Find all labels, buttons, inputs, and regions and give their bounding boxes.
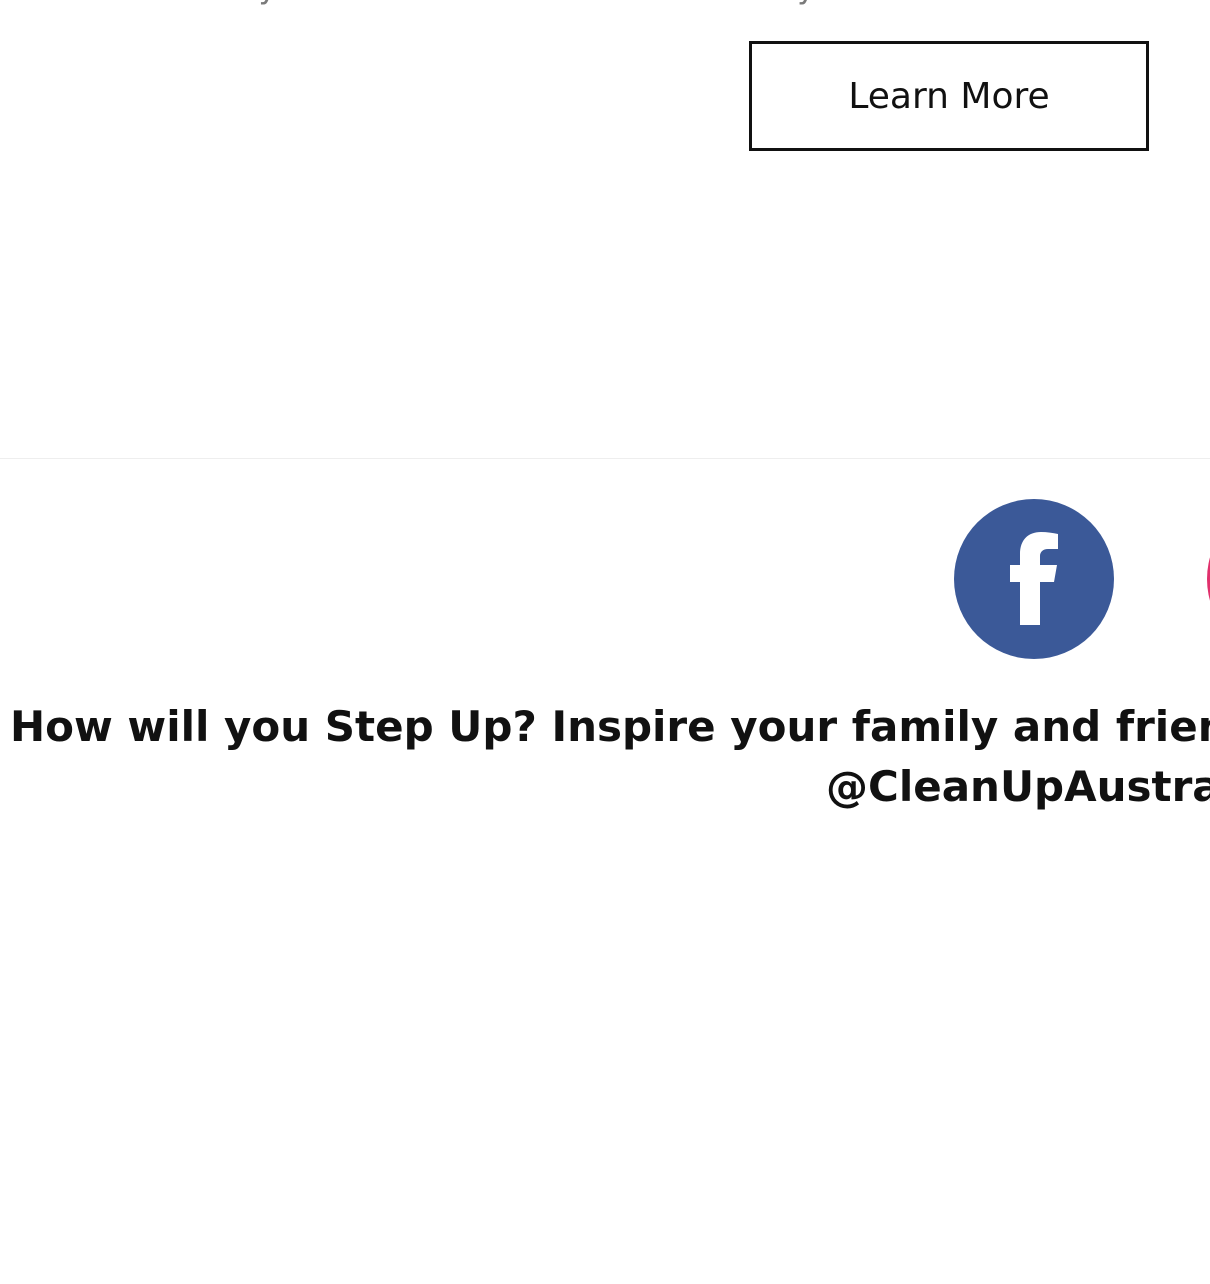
step-up-heading-line1: How will you Step Up? Inspire your famil… xyxy=(10,702,1210,751)
learn-more-button[interactable]: Learn More xyxy=(749,41,1149,151)
recycled-description-fragment: recycled. xyxy=(749,0,890,8)
recycle-description-fragment: o material we recycle. xyxy=(0,0,331,8)
section-divider xyxy=(0,458,1210,459)
facebook-link[interactable] xyxy=(954,499,1114,659)
page: o material we recycle. recycled. Learn M… xyxy=(0,0,1210,1284)
clean-up-australia-handle: @CleanUpAustralia xyxy=(826,762,1210,811)
step-up-heading: How will you Step Up? Inspire your famil… xyxy=(10,697,1210,817)
facebook-icon xyxy=(1010,532,1058,625)
